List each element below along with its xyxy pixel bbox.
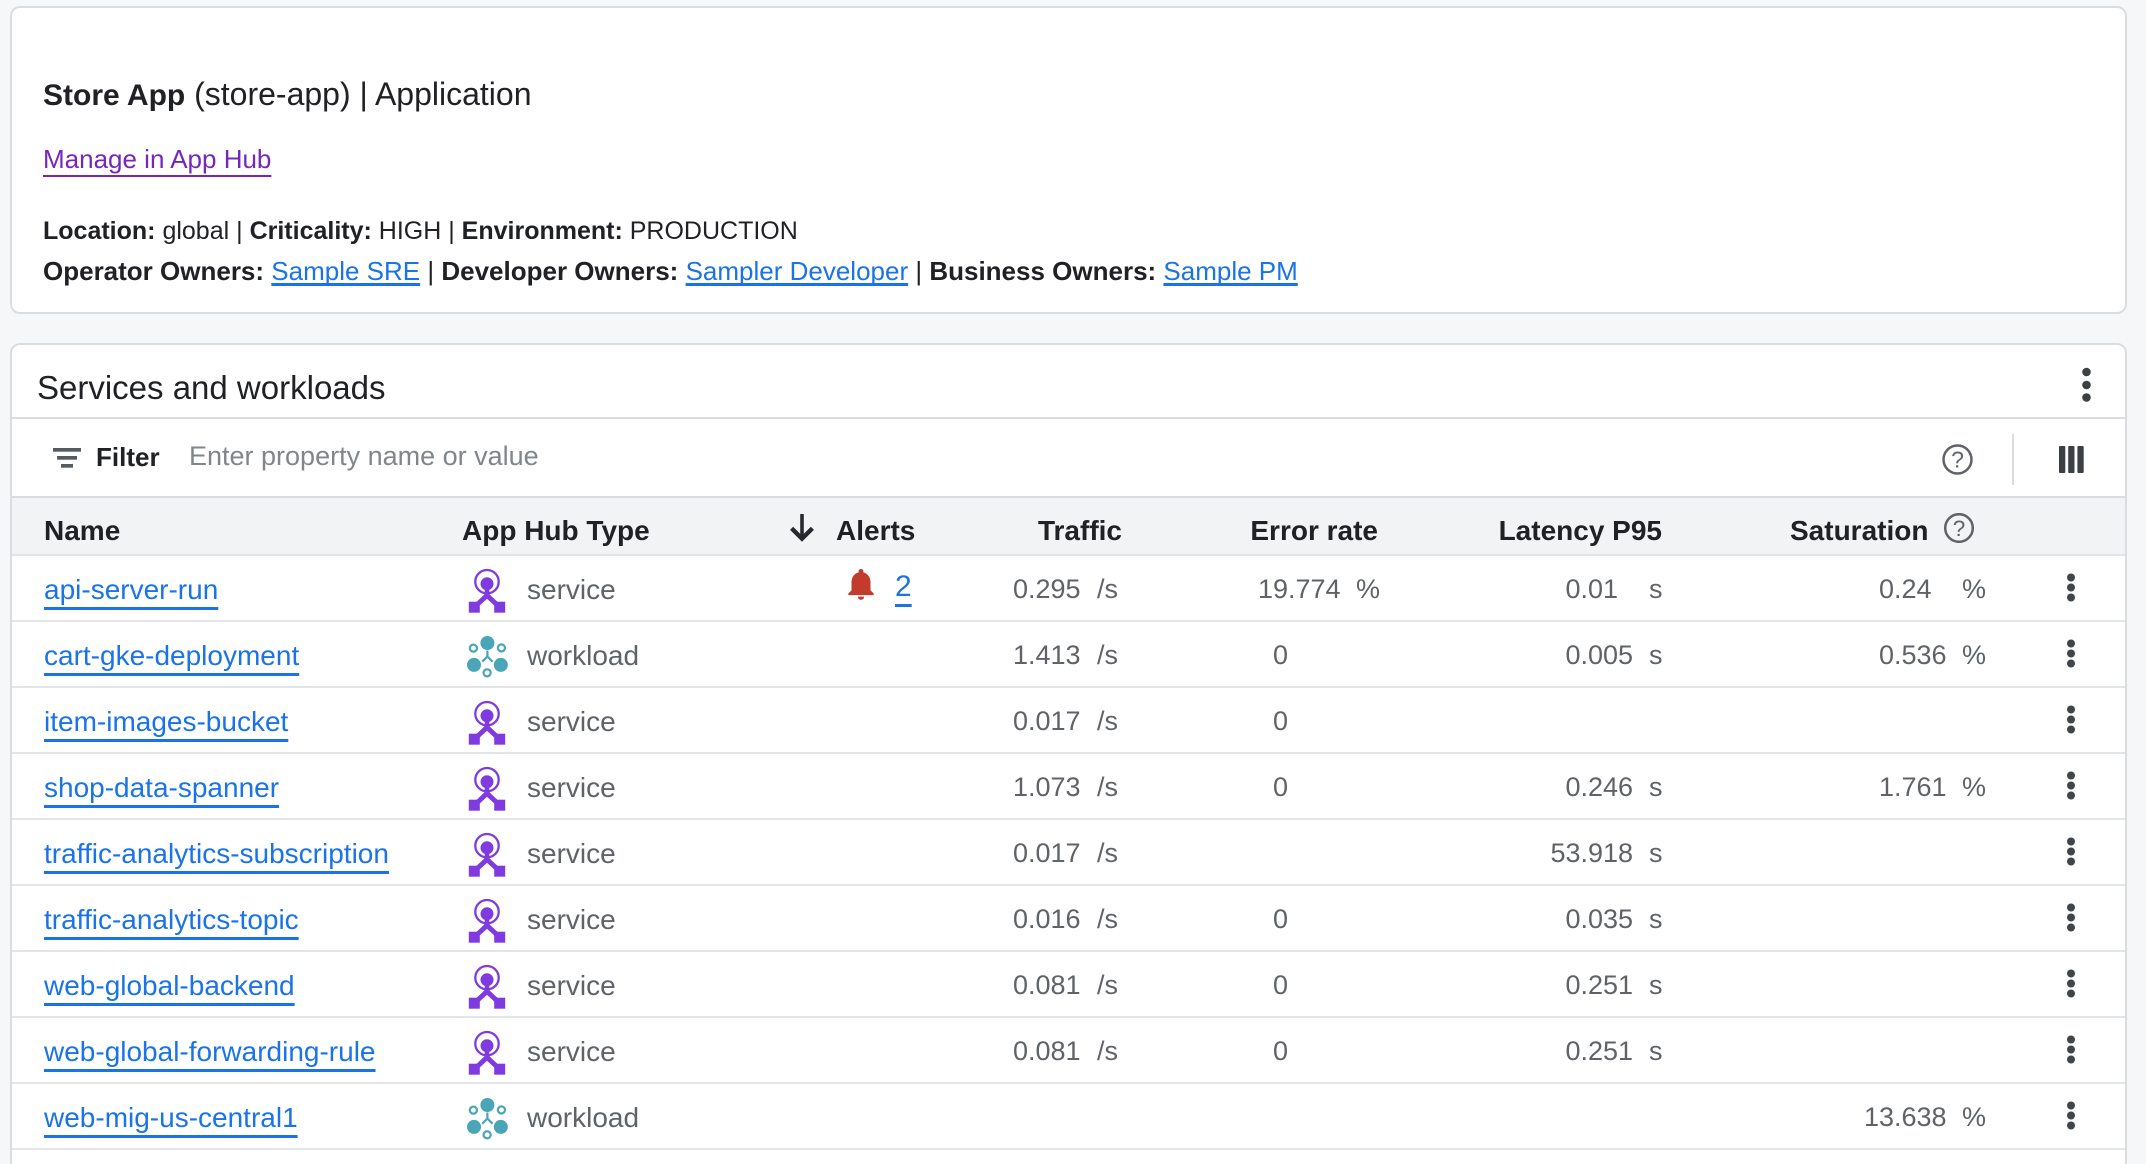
svg-text:?: ? bbox=[1953, 516, 1966, 541]
svg-text:?: ? bbox=[1951, 447, 1964, 473]
